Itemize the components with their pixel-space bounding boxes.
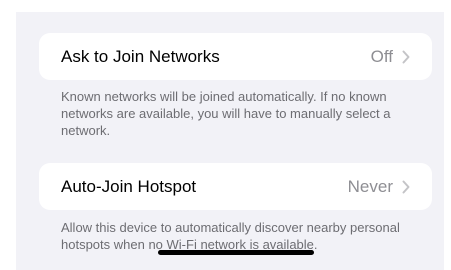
auto-join-hotspot-row[interactable]: Auto-Join Hotspot Never (39, 163, 432, 210)
auto-join-hotspot-accessory: Never (348, 177, 410, 197)
ask-to-join-networks-value: Off (370, 46, 393, 66)
home-indicator[interactable] (158, 250, 314, 255)
chevron-right-icon (402, 50, 410, 63)
ask-to-join-networks-label: Ask to Join Networks (61, 46, 220, 66)
ask-to-join-networks-row[interactable]: Ask to Join Networks Off (39, 33, 432, 80)
auto-join-hotspot-footer: Allow this device to automatically disco… (61, 220, 400, 252)
auto-join-hotspot-value: Never (347, 176, 393, 196)
chevron-right-icon (402, 180, 410, 193)
settings-screen: Ask to Join Networks Off Known networks … (16, 12, 444, 270)
auto-join-hotspot-label: Auto-Join Hotspot (61, 176, 197, 196)
ask-to-join-networks-footer: Known networks will be joined automatica… (61, 89, 391, 138)
ask-to-join-networks-accessory: Off (371, 47, 410, 67)
